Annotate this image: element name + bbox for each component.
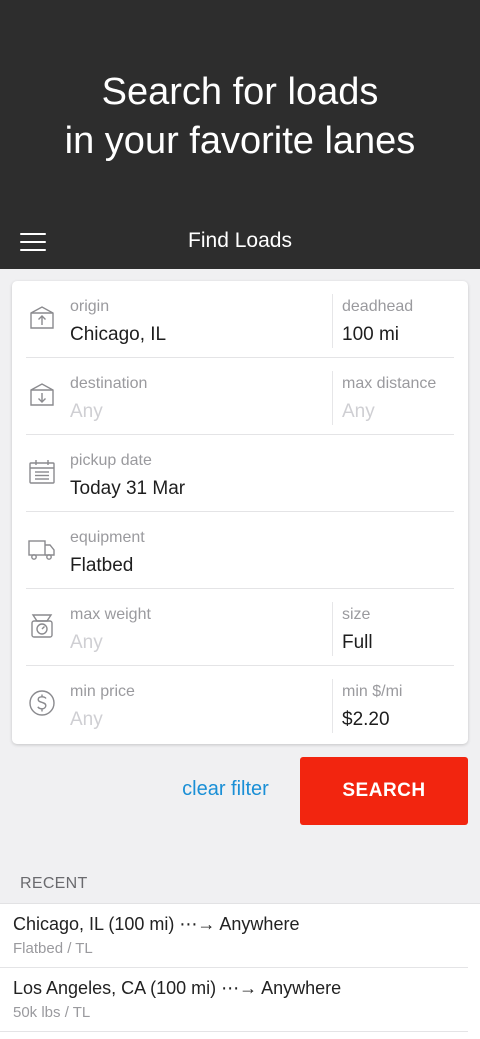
search-button[interactable]: SEARCH (300, 757, 468, 825)
recent-section-title: RECENT (20, 875, 88, 892)
recent-search-item[interactable]: Chicago, IL (100 mi) ⋯→ Anywhere Flatbed… (0, 904, 480, 968)
weight-row[interactable]: max weight Any size Full (12, 589, 468, 666)
hero-title-line-1: Search for loads (101, 71, 379, 113)
equipment-value[interactable]: Flatbed (70, 554, 145, 578)
min-rate-label: min $/mi (342, 683, 403, 700)
search-form-card: origin Chicago, IL deadhead 100 mi desti… (12, 281, 468, 744)
max-distance-input[interactable]: Any (342, 400, 462, 424)
size-label: size (342, 606, 371, 623)
recent-details: Flatbed / TL (13, 940, 93, 957)
truck-icon (27, 534, 57, 564)
pickup-date-label: pickup date (70, 452, 152, 469)
page-title: Find Loads (188, 229, 292, 252)
divider (332, 294, 333, 348)
clear-filter-link[interactable]: clear filter (168, 778, 283, 801)
pickup-date-value[interactable]: Today 31 Mar (70, 477, 185, 501)
divider (332, 371, 333, 425)
equipment-row[interactable]: equipment Flatbed (12, 512, 468, 589)
hero-title-line-2: in your favorite lanes (64, 120, 416, 162)
max-weight-label: max weight (70, 606, 151, 623)
equipment-label: equipment (70, 529, 145, 546)
origin-row[interactable]: origin Chicago, IL deadhead 100 mi (12, 281, 468, 358)
box-down-arrow-icon (27, 380, 57, 410)
recent-route: Los Angeles, CA (100 mi) ⋯→ Anywhere (13, 978, 342, 998)
recent-route: Chicago, IL (100 mi) ⋯→ Anywhere (13, 914, 300, 934)
min-rate-field[interactable]: min $/mi $2.20 (342, 682, 462, 732)
origin-field[interactable]: origin Chicago, IL (70, 297, 166, 347)
row-divider (0, 1031, 468, 1032)
recent-searches-list: Chicago, IL (100 mi) ⋯→ Anywhere Flatbed… (0, 903, 480, 1039)
size-field[interactable]: size Full (342, 605, 462, 655)
navbar: Find Loads (0, 216, 480, 268)
hero-banner: Search for loads in your favorite lanes … (0, 0, 480, 269)
destination-field[interactable]: destination Any (70, 374, 147, 424)
deadhead-label: deadhead (342, 298, 414, 315)
size-value[interactable]: Full (342, 631, 462, 655)
max-weight-field[interactable]: max weight Any (70, 605, 151, 655)
pickup-date-field[interactable]: pickup date Today 31 Mar (70, 451, 185, 501)
scale-icon (27, 611, 57, 641)
min-price-input[interactable]: Any (70, 708, 135, 732)
recent-details: 50k lbs / TL (13, 1004, 91, 1021)
pickup-date-row[interactable]: pickup date Today 31 Mar (12, 435, 468, 512)
destination-label: destination (70, 375, 148, 392)
price-row[interactable]: min price Any min $/mi $2.20 (12, 666, 468, 743)
origin-label: origin (70, 298, 110, 315)
min-rate-value[interactable]: $2.20 (342, 708, 462, 732)
max-distance-label: max distance (342, 375, 437, 392)
min-price-field[interactable]: min price Any (70, 682, 135, 732)
divider (332, 602, 333, 656)
recent-search-item[interactable]: Los Angeles, CA (100 mi) ⋯→ Anywhere 50k… (0, 968, 480, 1032)
min-price-label: min price (70, 683, 135, 700)
max-weight-input[interactable]: Any (70, 631, 151, 655)
max-distance-field[interactable]: max distance Any (342, 374, 462, 424)
hero-title: Search for loads in your favorite lanes (0, 68, 480, 166)
destination-row[interactable]: destination Any max distance Any (12, 358, 468, 435)
dollar-circle-icon (27, 688, 57, 718)
deadhead-value[interactable]: 100 mi (342, 323, 462, 347)
destination-input[interactable]: Any (70, 400, 147, 424)
divider (332, 679, 333, 733)
equipment-field[interactable]: equipment Flatbed (70, 528, 145, 578)
box-up-arrow-icon (27, 303, 57, 333)
calendar-icon (27, 457, 57, 487)
origin-value[interactable]: Chicago, IL (70, 323, 166, 347)
deadhead-field[interactable]: deadhead 100 mi (342, 297, 462, 347)
